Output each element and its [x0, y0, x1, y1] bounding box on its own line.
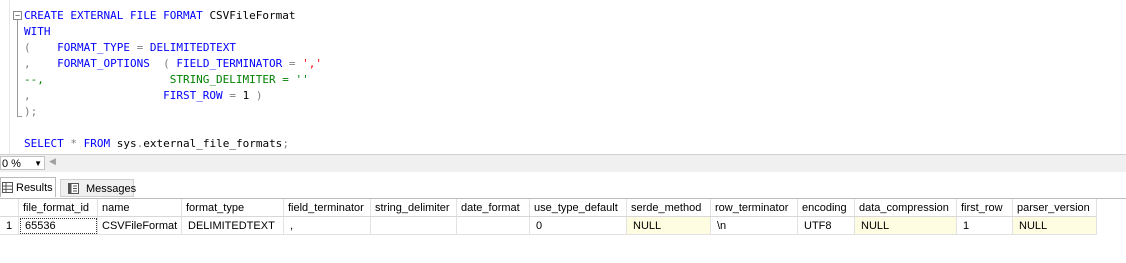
query-editor[interactable]: − CREATE EXTERNAL FILE FORMAT CSVFileFor… [0, 0, 1126, 154]
code-line[interactable]: , FIRST_ROW = 1 ) [24, 88, 322, 104]
sql-code[interactable]: CREATE EXTERNAL FILE FORMAT CSVFileForma… [24, 8, 322, 152]
grid-icon [2, 182, 13, 193]
code-token: ( [24, 41, 31, 54]
row-number[interactable]: 1 [0, 216, 19, 235]
code-token: ) [255, 89, 263, 102]
table-row[interactable]: 1 65536 CSVFileFormat DELIMITEDTEXT , 0 … [0, 216, 1097, 235]
code-token: FROM [83, 137, 117, 150]
code-line[interactable]: , FORMAT_OPTIONS ( FIELD_TERMINATOR = ',… [24, 56, 322, 72]
code-line[interactable]: CREATE EXTERNAL FILE FORMAT CSVFileForma… [24, 8, 322, 24]
column-header[interactable]: serde_method [626, 199, 711, 217]
tab-messages-label: Messages [86, 183, 137, 195]
code-token: sys [116, 137, 137, 150]
code-line[interactable]: SELECT * FROM sys.external_file_formats; [24, 136, 322, 152]
code-token: FORMAT_TYPE [30, 41, 137, 54]
code-line[interactable]: ( FORMAT_TYPE = DELIMITEDTEXT [24, 40, 322, 56]
code-token: DELIMITEDTEXT [149, 41, 236, 54]
table-cell[interactable] [456, 216, 530, 235]
code-token: external_file_formats [143, 137, 283, 150]
code-token: ',' [302, 57, 323, 70]
column-header[interactable]: string_delimiter [370, 199, 457, 217]
zoom-value: 0 % [2, 158, 21, 170]
messages-icon [68, 183, 79, 194]
column-header[interactable]: encoding [797, 199, 855, 217]
code-token: FORMAT_OPTIONS [30, 57, 164, 70]
column-header[interactable]: field_terminator [283, 199, 371, 217]
column-header[interactable]: parser_version [1012, 199, 1097, 217]
fold-guide [17, 20, 18, 117]
code-line[interactable] [24, 120, 322, 136]
code-token: = [288, 57, 303, 70]
code-token: , [24, 57, 31, 70]
header-row: file_format_id name format_type field_te… [0, 199, 1097, 217]
table-cell[interactable]: 65536 [18, 216, 98, 235]
column-header[interactable]: use_type_default [529, 199, 627, 217]
column-header[interactable]: date_format [456, 199, 530, 217]
table-cell[interactable]: , [283, 216, 371, 235]
code-token: FIRST_ROW [30, 89, 230, 102]
code-line[interactable]: ); [24, 104, 322, 120]
results-grid[interactable]: file_format_id name format_type field_te… [0, 199, 1126, 263]
column-header[interactable]: file_format_id [18, 199, 98, 217]
tab-results[interactable]: Results [0, 177, 56, 197]
code-token: CREATE EXTERNAL FILE FORMAT [24, 9, 210, 22]
collapse-icon[interactable]: − [13, 11, 22, 20]
table-cell[interactable]: CSVFileFormat [97, 216, 182, 235]
code-token: * [70, 137, 84, 150]
scroll-left-icon[interactable]: ◀ [49, 157, 56, 167]
results-tabs: Results Messages [0, 172, 1126, 199]
code-token: ( [163, 57, 177, 70]
code-token: WITH [24, 25, 51, 38]
table-cell[interactable]: 1 [956, 216, 1013, 235]
code-line[interactable]: --, STRING_DELIMITER = '' [24, 72, 322, 88]
table-cell[interactable]: DELIMITEDTEXT [181, 216, 284, 235]
tab-results-label: Results [16, 182, 53, 194]
code-token: CSVFileFormat [209, 9, 296, 22]
table-cell[interactable] [370, 216, 457, 235]
column-header[interactable]: data_compression [854, 199, 957, 217]
table-cell[interactable]: NULL [854, 216, 957, 235]
column-header[interactable]: first_row [956, 199, 1013, 217]
code-token: SELECT [24, 137, 71, 150]
column-header[interactable]: row_terminator [710, 199, 798, 217]
code-token: FIELD_TERMINATOR [176, 57, 289, 70]
zoom-dropdown[interactable]: 0 % ▼ [0, 156, 45, 170]
code-token: --, STRING_DELIMITER = '' [24, 73, 309, 86]
code-token: ); [24, 105, 38, 118]
column-header[interactable]: format_type [181, 199, 284, 217]
code-line[interactable]: WITH [24, 24, 322, 40]
code-token: , [24, 89, 31, 102]
chevron-down-icon[interactable]: ▼ [34, 157, 42, 171]
column-header[interactable]: name [97, 199, 182, 217]
tab-messages[interactable]: Messages [60, 179, 137, 197]
editor-gutter [0, 0, 10, 154]
code-token: = [229, 89, 243, 102]
code-token: 1 [242, 89, 256, 102]
table-cell[interactable]: NULL [1012, 216, 1097, 235]
code-token: = [136, 41, 150, 54]
editor-status-bar: 0 % ▼ ◀ [0, 154, 1126, 172]
table-cell[interactable]: \n [710, 216, 798, 235]
fold-guide-end [17, 116, 22, 117]
code-token: ; [282, 137, 289, 150]
table-cell[interactable]: UTF8 [797, 216, 855, 235]
row-header-corner[interactable] [0, 199, 19, 217]
table-cell[interactable]: 0 [529, 216, 627, 235]
table-cell[interactable]: NULL [626, 216, 711, 235]
